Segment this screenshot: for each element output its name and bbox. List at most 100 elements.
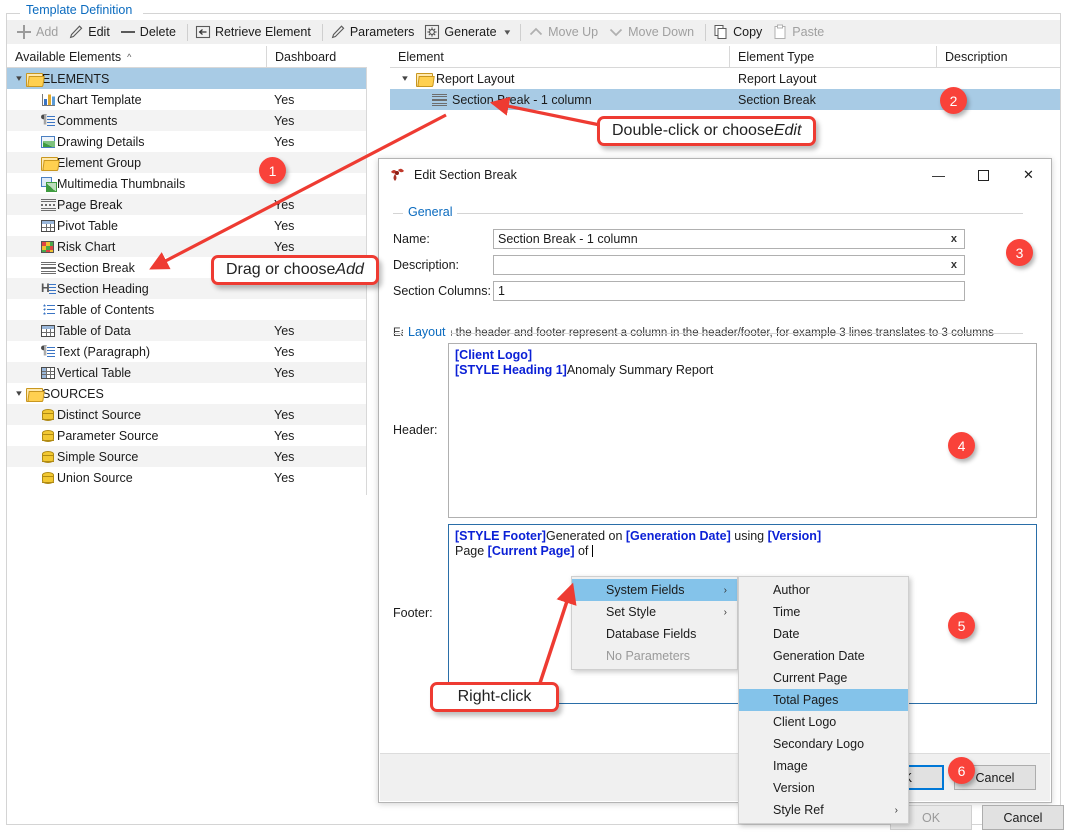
tree-row-parameter-source[interactable]: Parameter Source Yes bbox=[7, 425, 366, 446]
toolbar-separator bbox=[705, 23, 707, 41]
tree-label: Comments bbox=[57, 113, 118, 128]
tree-row-table-of-data[interactable]: Table of Data Yes bbox=[7, 320, 366, 341]
submenu-item-generation-date[interactable]: Generation Date bbox=[739, 645, 908, 667]
toolbar-edit-label: Edit bbox=[88, 25, 110, 39]
submenu-item-author[interactable]: Author bbox=[739, 579, 908, 601]
general-legend: General bbox=[403, 205, 458, 219]
toolbar-paste-button[interactable]: Paste bbox=[769, 21, 831, 43]
table-icon bbox=[41, 323, 57, 339]
context-submenu-system-fields[interactable]: Author Time Date Generation Date Current… bbox=[738, 576, 909, 824]
header-textarea[interactable]: [Client Logo] [STYLE Heading 1]Anomaly S… bbox=[448, 343, 1037, 518]
chevron-down-icon[interactable]: ▾ bbox=[504, 27, 510, 38]
folder-open-icon bbox=[26, 71, 43, 87]
name-input[interactable]: Section Break - 1 column x bbox=[493, 229, 965, 249]
tree-dashboard-value: Yes bbox=[274, 197, 295, 212]
submenu-item-image[interactable]: Image bbox=[739, 755, 908, 777]
chevron-down-icon[interactable]: ▾ bbox=[396, 73, 414, 84]
toolbar-copy-button[interactable]: Copy bbox=[710, 21, 769, 43]
toolbar-move-down-label: Move Down bbox=[628, 25, 695, 39]
close-button[interactable]: ✕ bbox=[1006, 160, 1051, 190]
tree-row-distinct-source[interactable]: Distinct Source Yes bbox=[7, 404, 366, 425]
submenu-item-time[interactable]: Time bbox=[739, 601, 908, 623]
tree-label: Multimedia Thumbnails bbox=[57, 176, 186, 191]
toolbar-generate-button[interactable]: Generate ▾ bbox=[421, 21, 516, 43]
section-columns-input[interactable]: 1 bbox=[493, 281, 965, 301]
tree-row-simple-source[interactable]: Simple Source Yes bbox=[7, 446, 366, 467]
description-input[interactable]: x bbox=[493, 255, 965, 275]
maximize-button[interactable] bbox=[961, 160, 1006, 190]
tree-row-risk-chart[interactable]: Risk Chart Yes bbox=[7, 236, 366, 257]
tree-row-text-paragraph[interactable]: Text (Paragraph) Yes bbox=[7, 341, 366, 362]
header-token-style-heading: [STYLE Heading 1] bbox=[455, 363, 567, 377]
callout-badge-5: 5 bbox=[948, 612, 975, 639]
tree-label: Distinct Source bbox=[57, 407, 142, 422]
paste-icon bbox=[772, 24, 788, 40]
submenu-item-version[interactable]: Version bbox=[739, 777, 908, 799]
section-columns-value: 1 bbox=[498, 284, 505, 298]
footer-token-current-page: [Current Page] bbox=[487, 544, 575, 558]
database-icon bbox=[41, 407, 57, 423]
toolbar-copy-label: Copy bbox=[733, 25, 763, 39]
section-heading-icon bbox=[41, 281, 57, 297]
submenu-item-total-pages[interactable]: Total Pages bbox=[739, 689, 908, 711]
tree-row-drawing-details[interactable]: Drawing Details Yes bbox=[7, 131, 366, 152]
toolbar-move-up-button[interactable]: Move Up bbox=[525, 21, 605, 43]
tree-row-table-of-contents[interactable]: Table of Contents bbox=[7, 299, 366, 320]
tree-label: Pivot Table bbox=[57, 218, 118, 233]
column-header-element[interactable]: Element bbox=[390, 45, 730, 68]
tree-row-union-source[interactable]: Union Source Yes bbox=[7, 467, 366, 488]
submenu-item-current-page[interactable]: Current Page bbox=[739, 667, 908, 689]
footer-token-style-footer: [STYLE Footer] bbox=[455, 529, 546, 543]
column-header-available-elements[interactable]: Available Elements ^ bbox=[7, 45, 267, 68]
context-menu-item-no-parameters: No Parameters bbox=[606, 649, 691, 663]
toolbar-add-button[interactable]: Add bbox=[13, 21, 65, 43]
column-header-description[interactable]: Description bbox=[937, 46, 1060, 68]
tree-row-multimedia-thumbnails[interactable]: Multimedia Thumbnails bbox=[7, 173, 366, 194]
tree-row-chart-template[interactable]: Chart Template Yes bbox=[7, 89, 366, 110]
maximize-icon bbox=[978, 169, 989, 181]
minimize-button[interactable]: — bbox=[916, 160, 961, 190]
column-header-element-type[interactable]: Element Type bbox=[730, 45, 937, 68]
dialog-title-bar[interactable]: Edit Section Break — ✕ bbox=[379, 159, 1051, 191]
toolbar-parameters-button[interactable]: Parameters bbox=[327, 21, 422, 43]
toolbar-delete-label: Delete bbox=[139, 25, 176, 39]
clear-icon[interactable]: x bbox=[948, 259, 960, 271]
column-header-dashboard[interactable]: Dashboard bbox=[267, 46, 367, 68]
header-line-2: [STYLE Heading 1]Anomaly Summary Report bbox=[455, 363, 1030, 378]
clear-icon[interactable]: x bbox=[948, 233, 960, 245]
element-row-report-layout[interactable]: ▾ Report Layout Report Layout bbox=[390, 68, 1060, 89]
context-menu-item-database-fields[interactable]: Database Fields bbox=[572, 623, 737, 645]
submenu-item-date[interactable]: Date bbox=[739, 623, 908, 645]
toolbar-edit-button[interactable]: Edit bbox=[65, 21, 117, 43]
context-menu-item-set-style[interactable]: Set Style › bbox=[572, 601, 737, 623]
tree-row-element-group[interactable]: Element Group bbox=[7, 152, 366, 173]
tree-row-sources[interactable]: ▾ SOURCES bbox=[7, 383, 366, 404]
host-cancel-button[interactable]: Cancel bbox=[982, 805, 1064, 830]
toolbar-retrieve-element-button[interactable]: Retrieve Element bbox=[192, 21, 318, 43]
callout-badge-1: 1 bbox=[259, 157, 286, 184]
tree-label: SOURCES bbox=[42, 386, 104, 401]
tree-row-vertical-table[interactable]: Vertical Table Yes bbox=[7, 362, 366, 383]
section-columns-field-row: Section Columns: 1 bbox=[393, 281, 965, 301]
context-menu-primary[interactable]: System Fields › Set Style › Database Fie… bbox=[571, 576, 738, 670]
tree-row-elements[interactable]: ▾ ELEMENTS bbox=[7, 68, 366, 89]
pencil-icon bbox=[330, 24, 346, 40]
footer-token-using: using bbox=[730, 529, 768, 543]
context-menu-item-system-fields[interactable]: System Fields › bbox=[572, 579, 737, 601]
tree-dashboard-value: Yes bbox=[274, 218, 295, 233]
tree-row-page-break[interactable]: Page Break Yes bbox=[7, 194, 366, 215]
submenu-item-client-logo[interactable]: Client Logo bbox=[739, 711, 908, 733]
submenu-item-style-ref[interactable]: Style Ref › bbox=[739, 799, 908, 821]
submenu-item-secondary-logo[interactable]: Secondary Logo bbox=[739, 733, 908, 755]
tree-row-comments[interactable]: Comments Yes bbox=[7, 110, 366, 131]
header-token-title-text: Anomaly Summary Report bbox=[566, 363, 714, 377]
toolbar-delete-button[interactable]: Delete bbox=[117, 21, 183, 43]
tree-dashboard-value: Yes bbox=[274, 449, 295, 464]
element-type: Section Break bbox=[738, 92, 816, 107]
callout-drag-or-add: Drag or choose Add bbox=[211, 255, 379, 285]
tree-row-pivot-table[interactable]: Pivot Table Yes bbox=[7, 215, 366, 236]
toolbar-move-down-button[interactable]: Move Down bbox=[605, 21, 701, 43]
sort-ascending-icon: ^ bbox=[127, 51, 132, 62]
footer-token-page: Page bbox=[455, 544, 488, 558]
right-column-header: Element Element Type Description bbox=[390, 45, 1060, 68]
